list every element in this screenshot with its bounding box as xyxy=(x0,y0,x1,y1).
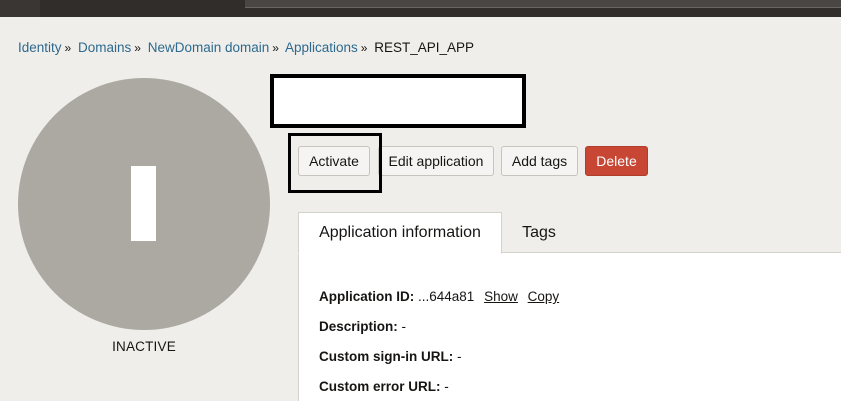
tab-tags[interactable]: Tags xyxy=(504,212,574,253)
add-tags-button[interactable]: Add tags xyxy=(501,146,578,176)
breadcrumb-newdomain[interactable]: NewDomain domain xyxy=(148,40,270,55)
breadcrumb-current: REST_API_APP xyxy=(374,40,475,55)
breadcrumb-separator: » xyxy=(64,41,72,55)
breadcrumb-separator: » xyxy=(272,41,279,55)
edit-application-button[interactable]: Edit application xyxy=(378,146,494,176)
application-id-row: Application ID: ...644a81 Show Copy xyxy=(319,289,559,304)
description-value: - xyxy=(401,319,407,334)
custom-signin-url-value: - xyxy=(457,349,462,364)
application-id-value: ...644a81 xyxy=(418,289,475,304)
copy-link[interactable]: Copy xyxy=(528,289,560,304)
activate-button[interactable]: Activate xyxy=(298,146,370,176)
tab-application-information[interactable]: Application information xyxy=(298,212,502,254)
description-label: Description: xyxy=(319,319,398,334)
delete-button[interactable]: Delete xyxy=(585,146,648,176)
show-link[interactable]: Show xyxy=(484,289,518,304)
description-row: Description: - xyxy=(319,319,406,334)
status-label: INACTIVE xyxy=(112,339,176,354)
breadcrumb-identity[interactable]: Identity xyxy=(18,40,62,55)
application-id-label: Application ID: xyxy=(319,289,415,304)
breadcrumb-separator: » xyxy=(360,41,368,55)
menu-area[interactable] xyxy=(0,0,40,17)
top-navigation-bar xyxy=(0,0,841,17)
breadcrumb: Identity» Domains» NewDomain domain» App… xyxy=(18,40,474,56)
breadcrumb-domains[interactable]: Domains xyxy=(78,40,131,55)
search-bar[interactable] xyxy=(245,0,841,8)
breadcrumb-separator: » xyxy=(134,41,141,55)
avatar-letter-i xyxy=(131,166,156,241)
custom-signin-url-row: Custom sign-in URL: - xyxy=(319,349,462,364)
custom-error-url-value: - xyxy=(444,379,449,394)
redacted-title xyxy=(270,74,526,128)
application-avatar xyxy=(18,78,270,330)
custom-error-url-label: Custom error URL: xyxy=(319,379,441,394)
custom-error-url-row: Custom error URL: - xyxy=(319,379,449,394)
custom-signin-url-label: Custom sign-in URL: xyxy=(319,349,454,364)
breadcrumb-applications[interactable]: Applications xyxy=(285,40,358,55)
